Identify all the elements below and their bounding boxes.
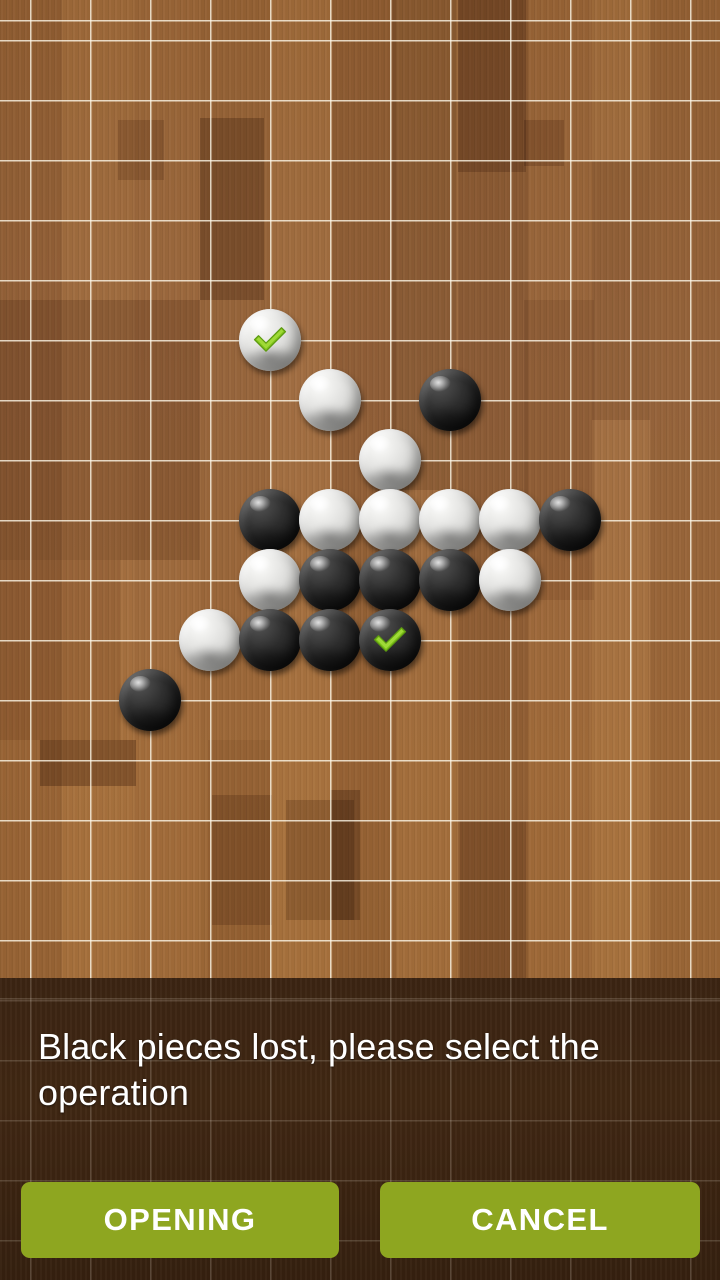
dialog-message-text: Black pieces lost, please select the ope…	[38, 1026, 600, 1113]
white-stone[interactable]	[419, 489, 481, 551]
stone-highlight	[429, 375, 451, 392]
stone-highlight	[549, 495, 571, 512]
stone-highlight	[309, 495, 331, 512]
checkmark-icon	[373, 627, 407, 652]
stone-highlight	[309, 555, 331, 572]
white-stone[interactable]	[299, 489, 361, 551]
black-stone[interactable]	[299, 549, 361, 611]
checkmark-icon	[253, 327, 287, 352]
black-stone[interactable]	[119, 669, 181, 731]
black-stone[interactable]	[359, 549, 421, 611]
stone-highlight	[489, 495, 511, 512]
opening-button[interactable]: OPENING	[21, 1182, 339, 1258]
black-stone[interactable]	[239, 609, 301, 671]
black-stone[interactable]	[239, 489, 301, 551]
black-stone[interactable]	[299, 609, 361, 671]
white-stone[interactable]	[299, 369, 361, 431]
stone-highlight	[189, 615, 211, 632]
white-stone[interactable]	[239, 549, 301, 611]
white-stone[interactable]	[479, 549, 541, 611]
black-stone[interactable]	[419, 549, 481, 611]
cancel-button[interactable]: CANCEL	[380, 1182, 700, 1258]
black-stone[interactable]	[419, 369, 481, 431]
stone-highlight	[489, 555, 511, 572]
stone-highlight	[369, 495, 391, 512]
stone-highlight	[249, 615, 271, 632]
stone-highlight	[369, 555, 391, 572]
stone-highlight	[309, 375, 331, 392]
white-stone[interactable]	[479, 489, 541, 551]
stone-highlight	[249, 495, 271, 512]
white-stone-selected[interactable]	[239, 309, 301, 371]
white-stone[interactable]	[359, 489, 421, 551]
stone-highlight	[429, 495, 451, 512]
stone-highlight	[309, 615, 331, 632]
game-dialog: Black pieces lost, please select the ope…	[0, 978, 720, 1280]
stone-highlight	[129, 675, 151, 692]
stone-highlight	[429, 555, 451, 572]
white-stone[interactable]	[179, 609, 241, 671]
black-stone[interactable]	[539, 489, 601, 551]
white-stone[interactable]	[359, 429, 421, 491]
stone-highlight	[369, 435, 391, 452]
dialog-button-row: OPENING CANCEL	[0, 1182, 720, 1260]
black-stone-selected[interactable]	[359, 609, 421, 671]
stone-highlight	[249, 555, 271, 572]
